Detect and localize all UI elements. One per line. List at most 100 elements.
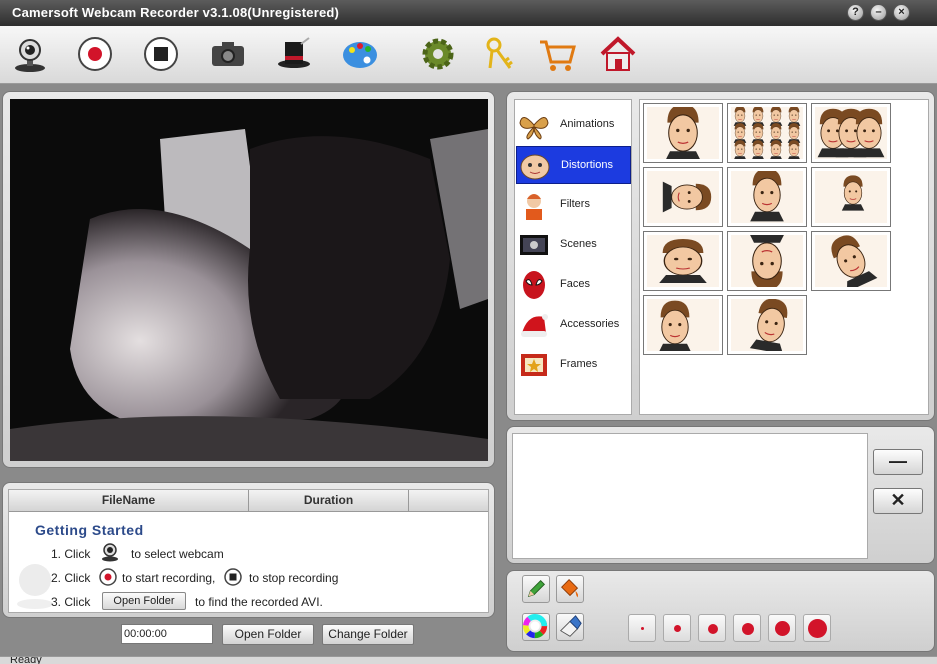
window-title: Camersoft Webcam Recorder v3.1.08(Unregi… xyxy=(12,5,340,20)
palette-icon[interactable] xyxy=(340,34,380,74)
category-faces[interactable]: Faces xyxy=(516,266,631,304)
spiderman-mask-icon xyxy=(523,271,545,299)
category-label: Scenes xyxy=(560,238,597,250)
camera-icon[interactable] xyxy=(208,34,248,74)
close-icon[interactable]: × xyxy=(893,4,910,21)
category-label: Animations xyxy=(560,118,615,130)
category-label: Filters xyxy=(560,198,590,210)
effect-thumbnail[interactable] xyxy=(811,103,891,163)
remove-effect-button[interactable]: — xyxy=(873,449,923,475)
video-panel xyxy=(2,91,495,468)
step3-number: 3. Click xyxy=(51,595,91,609)
face-effect-preview xyxy=(815,235,887,287)
brush-size-5[interactable] xyxy=(768,614,796,642)
butterfly-icon xyxy=(519,117,549,140)
effect-thumbnail[interactable] xyxy=(811,167,891,227)
status-bar: Ready xyxy=(0,656,937,664)
applied-effects-list[interactable] xyxy=(512,433,868,559)
paint-bucket-icon[interactable] xyxy=(556,575,584,603)
change-folder-button[interactable]: Change Folder xyxy=(322,624,414,645)
column-duration[interactable]: Duration xyxy=(249,490,409,512)
minimize-icon[interactable]: – xyxy=(870,4,887,21)
applied-effects-panel: — ✕ xyxy=(506,426,935,564)
eraser-icon[interactable] xyxy=(556,613,584,641)
effect-thumbnail[interactable] xyxy=(727,167,807,227)
webcam-icon[interactable] xyxy=(10,34,50,74)
category-label: Frames xyxy=(560,358,598,370)
brush-size-2[interactable] xyxy=(663,614,691,642)
effect-category-list: Animations Distortions Filters Scenes Fa… xyxy=(514,99,632,415)
category-accessories[interactable]: Accessories xyxy=(516,306,631,344)
color-wheel-icon[interactable] xyxy=(522,613,550,641)
record-icon xyxy=(99,568,117,586)
face-effect-preview xyxy=(815,171,887,223)
face-distort-icon xyxy=(520,154,550,180)
gear-icon[interactable] xyxy=(418,34,458,74)
category-label: Distortions xyxy=(561,159,613,171)
face-effect-preview xyxy=(647,235,719,287)
scenes-icon xyxy=(520,235,548,255)
step2-text-stop: to stop recording xyxy=(249,571,339,585)
status-text: Ready xyxy=(10,656,42,664)
category-label: Faces xyxy=(560,278,590,290)
time-display: 00:00:00 xyxy=(121,624,213,644)
minus-icon: — xyxy=(889,451,907,471)
open-folder-button[interactable]: Open Folder xyxy=(222,624,314,645)
effect-thumbnail[interactable] xyxy=(727,103,807,163)
face-effect-preview xyxy=(731,235,803,287)
face-effect-preview xyxy=(647,171,719,223)
webcam-icon xyxy=(102,543,118,562)
effect-thumbnails xyxy=(639,99,929,415)
webcam-preview[interactable] xyxy=(10,99,488,461)
brush-size-3[interactable] xyxy=(698,614,726,642)
brush-size-1[interactable] xyxy=(628,614,656,642)
category-frames[interactable]: Frames xyxy=(516,346,631,384)
effect-thumbnail[interactable] xyxy=(727,295,807,355)
santa-hat-icon xyxy=(521,314,548,337)
face-effect-preview xyxy=(815,107,887,159)
face-effect-preview xyxy=(647,107,719,159)
record-icon[interactable] xyxy=(75,34,115,74)
effect-thumbnail[interactable] xyxy=(643,103,723,163)
category-scenes[interactable]: Scenes xyxy=(516,226,631,264)
brush-size-6[interactable] xyxy=(803,614,831,642)
step1-text: to select webcam xyxy=(131,547,224,561)
x-icon: ✕ xyxy=(890,490,906,510)
category-distortions[interactable]: Distortions xyxy=(516,146,631,184)
recording-controls: 00:00:00 Open Folder Change Folder xyxy=(0,620,500,652)
home-icon[interactable] xyxy=(598,34,638,74)
face-effect-preview xyxy=(731,299,803,351)
effects-panel: Animations Distortions Filters Scenes Fa… xyxy=(506,91,935,421)
brush-size-4[interactable] xyxy=(733,614,761,642)
cart-icon[interactable] xyxy=(537,34,577,74)
clear-effects-button[interactable]: ✕ xyxy=(873,488,923,514)
stop-icon xyxy=(224,568,242,586)
face-effect-preview xyxy=(731,171,803,223)
effect-thumbnail[interactable] xyxy=(811,231,891,291)
step2-text-start: to start recording, xyxy=(122,571,216,585)
face-effect-preview xyxy=(647,299,719,351)
effect-thumbnail[interactable] xyxy=(727,231,807,291)
title-bar: Camersoft Webcam Recorder v3.1.08(Unregi… xyxy=(0,0,937,26)
toolbar xyxy=(0,26,937,84)
open-folder-inline-button[interactable]: Open Folder xyxy=(102,592,186,610)
step3-text: to find the recorded AVI. xyxy=(195,595,323,609)
magic-hat-icon[interactable] xyxy=(274,34,314,74)
category-animations[interactable]: Animations xyxy=(516,106,631,144)
column-empty xyxy=(409,490,488,512)
effect-thumbnail[interactable] xyxy=(643,167,723,227)
effect-thumbnail[interactable] xyxy=(643,295,723,355)
step1-number: 1. Click xyxy=(51,547,91,561)
getting-started-title: Getting Started xyxy=(35,522,144,538)
recordings-table[interactable]: FileName Duration Getting Started 1. Cli… xyxy=(8,489,489,613)
pencil-icon[interactable] xyxy=(522,575,550,603)
keys-icon[interactable] xyxy=(480,34,520,74)
filter-face-icon xyxy=(526,194,542,220)
category-filters[interactable]: Filters xyxy=(516,186,631,224)
frame-star-icon xyxy=(521,354,547,376)
column-filename[interactable]: FileName xyxy=(9,490,249,512)
stop-icon[interactable] xyxy=(141,34,181,74)
category-label: Accessories xyxy=(560,318,620,330)
effect-thumbnail[interactable] xyxy=(643,231,723,291)
help-icon[interactable]: ? xyxy=(847,4,864,21)
